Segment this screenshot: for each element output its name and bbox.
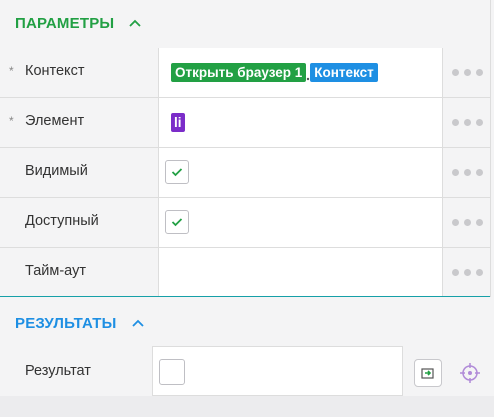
check-icon bbox=[171, 168, 183, 177]
chevron-up-icon[interactable] bbox=[131, 318, 145, 328]
section-divider bbox=[0, 296, 490, 297]
context-chip-context[interactable]: Контекст bbox=[310, 63, 378, 82]
visible-checkbox[interactable] bbox=[165, 160, 189, 184]
result-row: Результат bbox=[0, 346, 494, 396]
more-options-button[interactable] bbox=[442, 198, 491, 248]
chevron-up-icon[interactable] bbox=[128, 18, 142, 28]
required-mark: * bbox=[9, 114, 14, 128]
param-row-element: * Элемент li bbox=[0, 98, 491, 148]
enabled-checkbox[interactable] bbox=[165, 210, 189, 234]
properties-panel: ПАРАМЕТРЫ * Контекст Открыть браузер 1 К… bbox=[0, 0, 494, 417]
more-dots-icon bbox=[451, 269, 483, 276]
parameters-title: ПАРАМЕТРЫ bbox=[15, 14, 115, 32]
more-options-button[interactable] bbox=[442, 248, 491, 297]
bottom-band bbox=[0, 396, 494, 417]
more-options-button[interactable] bbox=[442, 48, 491, 98]
param-row-timeout: Тайм-аут bbox=[0, 248, 490, 297]
param-row-visible: Видимый bbox=[0, 148, 491, 198]
more-dots-icon bbox=[451, 219, 483, 226]
param-label-visible: Видимый bbox=[25, 163, 88, 179]
param-row-enabled: Доступный bbox=[0, 198, 491, 248]
param-label-cell: * Элемент bbox=[0, 98, 158, 148]
param-row-context: * Контекст Открыть браузер 1 Контекст bbox=[0, 48, 491, 98]
more-dots-icon bbox=[451, 119, 483, 126]
param-label-element: Элемент bbox=[25, 113, 85, 129]
timeout-value-field[interactable] bbox=[158, 248, 442, 297]
visible-value-cell bbox=[158, 148, 442, 198]
result-label-cell: Результат bbox=[0, 346, 152, 396]
param-label-timeout: Тайм-аут bbox=[25, 263, 86, 279]
more-options-button[interactable] bbox=[442, 98, 491, 148]
param-label-cell: Тайм-аут bbox=[0, 248, 158, 297]
enabled-value-cell bbox=[158, 198, 442, 248]
context-chip-browser[interactable]: Открыть браузер 1 bbox=[171, 63, 307, 82]
target-crosshair-icon bbox=[460, 363, 480, 383]
required-mark: * bbox=[9, 64, 14, 78]
param-label-cell: Видимый bbox=[0, 148, 158, 198]
variable-picker-button[interactable] bbox=[414, 359, 442, 387]
target-picker-button[interactable] bbox=[456, 359, 484, 387]
parameters-section-header[interactable]: ПАРАМЕТРЫ bbox=[15, 0, 142, 46]
element-value-field[interactable]: li bbox=[158, 98, 442, 148]
param-label-cell: Доступный bbox=[0, 198, 158, 248]
more-options-button[interactable] bbox=[442, 148, 491, 198]
result-label: Результат bbox=[25, 363, 91, 379]
check-icon bbox=[171, 218, 183, 227]
more-dots-icon bbox=[451, 69, 483, 76]
param-label-context: Контекст bbox=[25, 63, 85, 79]
result-variable-box[interactable] bbox=[159, 359, 185, 385]
variable-picker-icon bbox=[421, 368, 434, 379]
param-label-enabled: Доступный bbox=[25, 213, 99, 229]
results-title: РЕЗУЛЬТАТЫ bbox=[15, 314, 117, 332]
context-value-field[interactable]: Открыть браузер 1 Контекст bbox=[158, 48, 442, 98]
param-label-cell: * Контекст bbox=[0, 48, 158, 98]
more-dots-icon bbox=[451, 169, 483, 176]
results-section-header[interactable]: РЕЗУЛЬТАТЫ bbox=[15, 300, 145, 346]
element-chip-li[interactable]: li bbox=[171, 113, 185, 132]
result-value-field[interactable] bbox=[152, 346, 403, 396]
panel-right-border bbox=[490, 0, 491, 297]
